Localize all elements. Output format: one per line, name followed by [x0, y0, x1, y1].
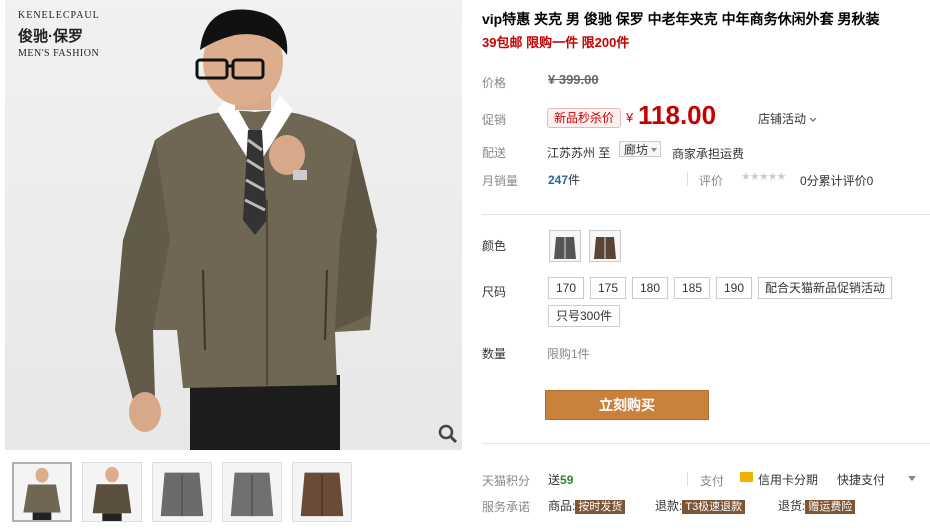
- main-product-image[interactable]: [5, 0, 462, 450]
- color-swatch-grey[interactable]: [549, 230, 581, 262]
- brand-cn-name: 俊驰·保罗: [18, 28, 83, 45]
- color-swatch-brown[interactable]: [589, 230, 621, 262]
- divider: [687, 472, 688, 486]
- service-label: 服务承诺: [482, 500, 531, 514]
- brand-logo: KENELECPAUL 俊驰·保罗 MEN'S FASHION: [18, 10, 108, 59]
- goods-tag: 按时发货: [575, 500, 626, 514]
- service-refund: 退款: T3极速退款: [655, 497, 746, 514]
- quick-pay[interactable]: 快捷支付: [837, 471, 885, 488]
- quantity-label: 数量: [482, 347, 507, 361]
- product-subtitle: 39包邮 限购一件 限200件: [482, 35, 630, 50]
- divider: [482, 214, 930, 215]
- sales-label: 月销量: [482, 174, 519, 188]
- shop-activity-dropdown[interactable]: 店铺活动: [758, 110, 817, 127]
- thumbnail-1[interactable]: [12, 462, 72, 522]
- size-option-limit[interactable]: 只号300件: [548, 305, 620, 327]
- chevron-down-icon: [809, 117, 817, 122]
- current-price: 118.00: [638, 100, 717, 130]
- promo-label: 促销: [482, 113, 507, 127]
- product-title: vip特惠 夹克 男 俊驰 保罗 中老年夹克 中年商务休闲外套 男秋装: [482, 11, 880, 27]
- thumbnail-2[interactable]: [82, 462, 142, 522]
- promo-badge: 新品秒杀价: [547, 108, 622, 128]
- return-tag: 赠运费险: [805, 500, 856, 514]
- size-option-190[interactable]: 190: [716, 277, 752, 299]
- size-option-170[interactable]: 170: [548, 277, 584, 299]
- rating-stars: ★★★★★: [741, 171, 786, 183]
- credit-installment[interactable]: 信用卡分期: [758, 471, 818, 488]
- shipping-origin: 江苏苏州 至: [547, 146, 611, 160]
- shop-activity-label: 店铺活动: [758, 112, 807, 126]
- points-value: 送59: [548, 473, 574, 487]
- model-jacket-illustration: [115, 9, 377, 450]
- color-label: 颜色: [482, 239, 507, 253]
- size-option-175[interactable]: 175: [590, 277, 626, 299]
- thumbnail-3[interactable]: [152, 462, 212, 522]
- original-price: ¥ 399.00: [548, 72, 599, 87]
- magnifier-icon[interactable]: [438, 424, 458, 444]
- refund-tag: T3极速退款: [682, 500, 746, 514]
- destination-select[interactable]: 廊坊: [619, 141, 661, 157]
- size-option-185[interactable]: 185: [674, 277, 710, 299]
- size-option-promo[interactable]: 配合天猫新品促销活动: [758, 277, 892, 299]
- points-label: 天猫积分: [482, 474, 531, 488]
- divider: [482, 443, 930, 444]
- quantity-note: 限购1件: [547, 347, 590, 361]
- service-return: 退货: 赠运费险: [778, 497, 856, 514]
- brand-arc-text: KENELECPAUL: [18, 10, 100, 21]
- pay-label: 支付: [700, 474, 725, 488]
- rating-summary[interactable]: 0分累计评价0: [800, 172, 873, 189]
- divider: [687, 172, 688, 186]
- shipping-fee: 商家承担运费: [672, 147, 745, 161]
- thumbnail-5[interactable]: [292, 462, 352, 522]
- size-option-180[interactable]: 180: [632, 277, 668, 299]
- brand-en-name: MEN'S FASHION: [18, 48, 100, 59]
- chevron-down-icon: [651, 148, 657, 152]
- currency-symbol: ¥: [626, 110, 634, 125]
- buy-now-button[interactable]: 立刻购买: [545, 390, 709, 420]
- rating-label: 评价: [699, 174, 724, 188]
- thumbnail-4[interactable]: [222, 462, 282, 522]
- price-label: 价格: [482, 76, 507, 90]
- sales-count: 247件: [548, 173, 581, 187]
- chevron-down-icon[interactable]: [908, 476, 916, 481]
- service-goods: 商品: 按时发货: [548, 497, 626, 514]
- size-label: 尺码: [482, 285, 507, 299]
- credit-card-icon: [740, 472, 753, 482]
- shipping-label: 配送: [482, 146, 507, 160]
